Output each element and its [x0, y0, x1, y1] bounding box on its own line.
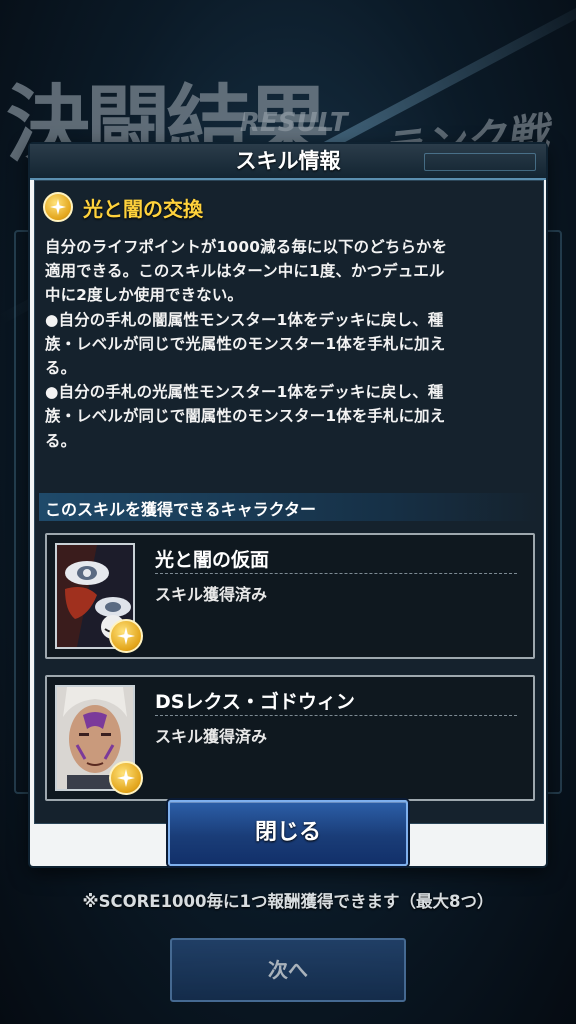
- skill-name: 光と闇の交換: [83, 197, 203, 221]
- next-button[interactable]: 次へ: [170, 938, 406, 1002]
- star-icon: [109, 761, 143, 795]
- skill-info-modal: スキル情報 光と闇の交換 自分のライフポイントが1000減る毎に以下のどちらかを…: [30, 144, 546, 866]
- character-card[interactable]: DSレクス・ゴドウィン スキル獲得済み: [45, 675, 535, 801]
- modal-title: スキル情報: [235, 149, 341, 173]
- star-icon: [43, 192, 73, 222]
- character-status: スキル獲得済み: [155, 585, 268, 604]
- skill-name-row: 光と闇の交換: [43, 189, 533, 225]
- character-divider: [155, 573, 517, 574]
- skill-description: 自分のライフポイントが1000減る毎に以下のどちらかを 適用できる。このスキルは…: [45, 238, 448, 450]
- characters-header: このスキルを獲得できるキャラクター: [39, 493, 537, 521]
- character-divider: [155, 715, 517, 716]
- modal-content[interactable]: 光と闇の交換 自分のライフポイントが1000減る毎に以下のどちらかを 適用できる…: [34, 180, 544, 824]
- modal-header: スキル情報: [30, 144, 546, 180]
- character-card[interactable]: 光と闇の仮面 スキル獲得済み: [45, 533, 535, 659]
- character-status: スキル獲得済み: [155, 727, 268, 746]
- header-decoration: [424, 153, 536, 171]
- reward-note: ※SCORE1000毎に1つ報酬獲得できます（最大8つ）: [82, 892, 494, 911]
- star-icon: [109, 619, 143, 653]
- close-button[interactable]: 閉じる: [168, 800, 408, 866]
- character-name: 光と闇の仮面: [155, 549, 270, 571]
- next-button-label: 次へ: [268, 958, 308, 982]
- character-name: DSレクス・ゴドウィン: [155, 691, 355, 713]
- characters-header-label: このスキルを獲得できるキャラクター: [45, 500, 317, 519]
- close-button-label: 閉じる: [254, 820, 321, 845]
- background-title-sub: RESULT: [240, 108, 348, 138]
